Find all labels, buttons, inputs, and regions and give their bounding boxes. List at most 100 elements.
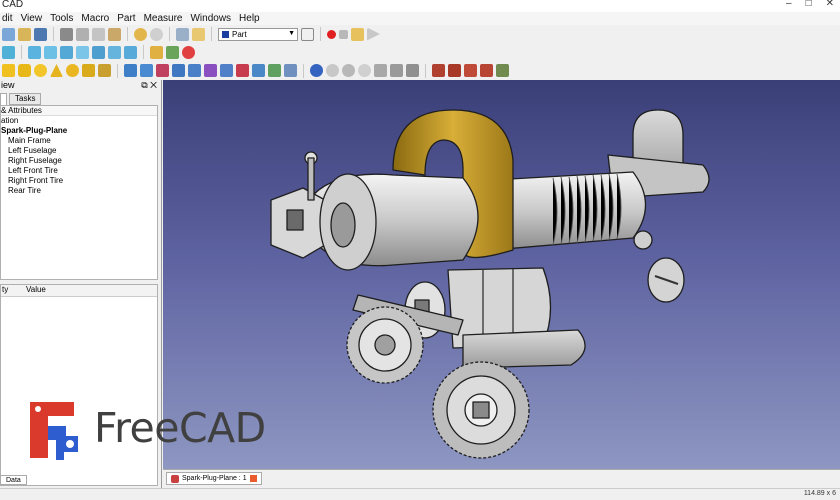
left-view-icon[interactable]	[124, 45, 137, 59]
paste-icon[interactable]	[108, 27, 121, 41]
tree-item-main-frame[interactable]: Main Frame	[1, 136, 157, 146]
window-controls: – □ ✕	[786, 0, 834, 9]
shape-icon[interactable]	[374, 64, 387, 77]
refresh-icon[interactable]	[176, 27, 189, 41]
status-bar: 114.89 x 6	[0, 488, 840, 500]
primitives-icon[interactable]	[98, 64, 111, 77]
ruled-surface-icon[interactable]	[220, 64, 233, 77]
sphere-icon[interactable]	[34, 64, 47, 77]
axo-icon[interactable]	[28, 45, 41, 59]
top-view-icon[interactable]	[60, 45, 73, 59]
record-macro-icon[interactable]	[327, 29, 336, 39]
cut-icon[interactable]	[76, 27, 89, 41]
menu-edit[interactable]: dit	[2, 13, 13, 24]
loft-icon[interactable]	[236, 64, 249, 77]
value-column: Value	[26, 285, 46, 294]
front-view-icon[interactable]	[44, 45, 57, 59]
menu-measure[interactable]: Measure	[144, 13, 183, 24]
measure-toggle-icon[interactable]	[496, 64, 509, 77]
run-macro-icon[interactable]	[367, 27, 380, 41]
redo-icon[interactable]	[150, 27, 163, 41]
measure-angular-icon[interactable]	[448, 64, 461, 77]
measure-refresh-icon[interactable]	[464, 64, 477, 77]
face-icon[interactable]	[204, 64, 217, 77]
maximize-button[interactable]: □	[806, 0, 812, 9]
tube-icon[interactable]	[82, 64, 95, 77]
cylinder-icon[interactable]	[18, 64, 31, 77]
copy-icon[interactable]	[92, 27, 105, 41]
cut-shape-icon[interactable]	[326, 64, 339, 77]
measure-clear-icon[interactable]	[480, 64, 493, 77]
join-icon[interactable]	[406, 64, 419, 77]
fuse-icon[interactable]	[342, 64, 355, 77]
panel-float-icon[interactable]: ⧉ ✕	[141, 80, 157, 93]
save-icon[interactable]	[34, 27, 47, 41]
cube-icon[interactable]	[2, 64, 15, 77]
mirror-icon[interactable]	[156, 64, 169, 77]
title-bar: CAD – □ ✕	[0, 0, 840, 12]
window-title: CAD	[2, 0, 24, 10]
fit-all-icon[interactable]	[2, 45, 15, 59]
close-button[interactable]: ✕	[826, 0, 834, 9]
tree-item-rear-tire[interactable]: Rear Tire	[1, 186, 157, 196]
measure-linear-icon[interactable]	[432, 64, 445, 77]
tree-document[interactable]: Spark-Plug-Plane	[1, 126, 157, 136]
tab-tasks[interactable]: Tasks	[9, 93, 42, 105]
split-icon[interactable]	[390, 64, 403, 77]
common-icon[interactable]	[358, 64, 371, 77]
document-tab[interactable]: Spark-Plug-Plane : 1	[166, 472, 262, 485]
menu-view[interactable]: View	[21, 13, 43, 24]
panel-tabs: Tasks	[0, 93, 161, 105]
tab-model[interactable]	[0, 93, 7, 105]
bottom-view-icon[interactable]	[108, 45, 121, 59]
workbench-selector[interactable]: Part ▼	[218, 27, 298, 41]
stop-macro-icon[interactable]	[339, 29, 348, 39]
nose-socket	[286, 209, 304, 231]
minimize-button[interactable]: –	[786, 0, 792, 9]
section-icon[interactable]	[268, 64, 281, 77]
freecad-wordmark: FreeCAD	[94, 404, 266, 452]
edit-icon[interactable]	[192, 27, 205, 41]
menu-part[interactable]: Part	[117, 13, 135, 24]
measure-icon[interactable]	[150, 45, 163, 59]
right-view-icon[interactable]	[76, 45, 89, 59]
print-icon[interactable]	[60, 27, 73, 41]
cross-sections-icon[interactable]	[284, 64, 297, 77]
close-icon[interactable]	[249, 475, 257, 482]
chamfer-icon[interactable]	[188, 64, 201, 77]
menu-tools[interactable]: Tools	[50, 13, 73, 24]
clip-icon[interactable]	[166, 45, 179, 59]
new-icon[interactable]	[2, 27, 15, 41]
dimension-readout: 114.89 x 6	[803, 490, 836, 497]
freecad-logo: FreeCAD	[26, 396, 276, 462]
torus-icon[interactable]	[66, 64, 79, 77]
document-tab-label: Spark-Plug-Plane : 1	[182, 475, 247, 482]
part-workbench-icon	[222, 30, 229, 38]
tree-item-right-fuselage[interactable]: Right Fuselage	[1, 156, 157, 166]
tree-item-left-front-tire[interactable]: Left Front Tire	[1, 166, 157, 176]
menu-windows[interactable]: Windows	[190, 13, 231, 24]
sweep-icon[interactable]	[252, 64, 265, 77]
revolve-icon[interactable]	[140, 64, 153, 77]
panel-title: iew	[1, 80, 15, 90]
macro-edit-icon[interactable]	[351, 27, 364, 41]
whats-this-icon[interactable]	[301, 27, 314, 41]
panel-header: iew ⧉ ✕	[0, 80, 161, 93]
tree-item-right-front-tire[interactable]: Right Front Tire	[1, 176, 157, 186]
tree-item-left-fuselage[interactable]: Left Fuselage	[1, 146, 157, 156]
workbench-label: Part	[232, 29, 247, 39]
undo-icon[interactable]	[134, 27, 147, 41]
fillet-icon[interactable]	[172, 64, 185, 77]
extrude-icon[interactable]	[124, 64, 137, 77]
tree-header: & Attributes	[1, 106, 157, 116]
tab-data[interactable]: Data	[0, 475, 27, 485]
no-entry-icon[interactable]	[182, 45, 195, 59]
menu-help[interactable]: Help	[239, 13, 260, 24]
menu-macro[interactable]: Macro	[81, 13, 109, 24]
rear-view-icon[interactable]	[92, 45, 105, 59]
boolean-icon[interactable]	[310, 64, 323, 77]
cone-icon[interactable]	[50, 64, 63, 77]
tail-wheel	[633, 230, 653, 250]
main-toolbar: Part ▼	[0, 25, 840, 43]
open-icon[interactable]	[18, 27, 31, 41]
